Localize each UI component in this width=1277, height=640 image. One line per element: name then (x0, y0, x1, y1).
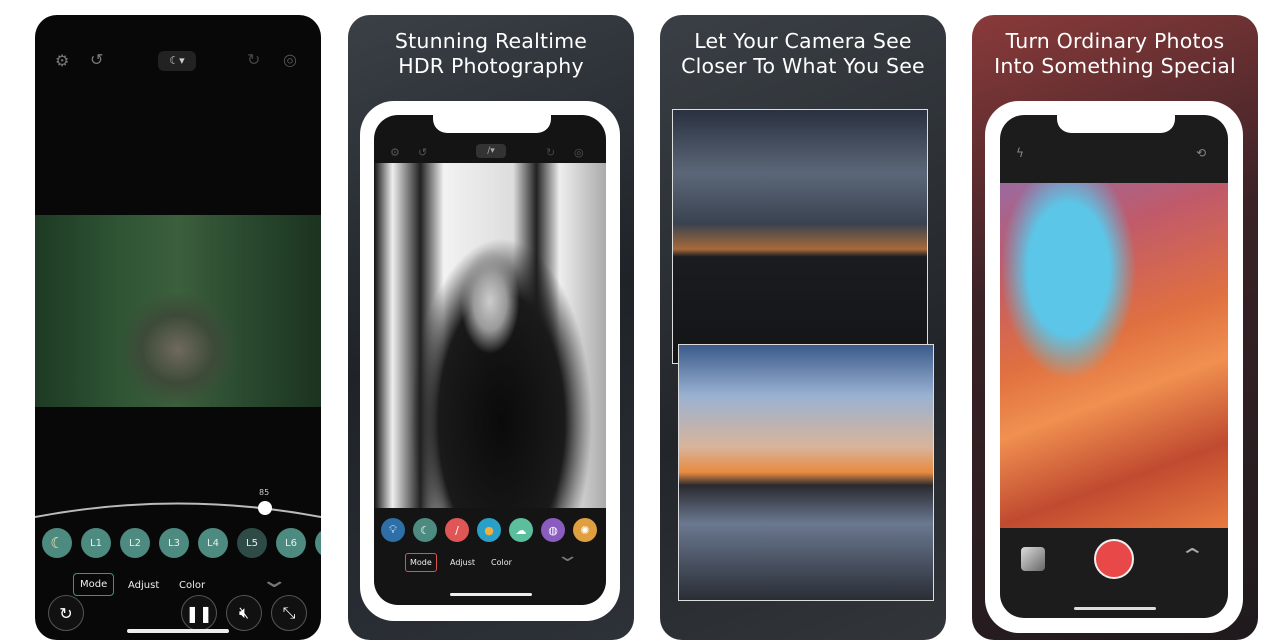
intensity-slider[interactable] (35, 485, 321, 525)
panel-title: Stunning Realtime HDR Photography (394, 29, 588, 78)
slider-value: 85 (259, 488, 270, 497)
gallery-thumbnail[interactable] (1021, 547, 1045, 571)
photo-suspension-bridge (35, 215, 321, 407)
switch-camera-icon[interactable]: ⟲ (1196, 145, 1206, 161)
home-indicator (127, 629, 229, 633)
screenshot-4: Turn Ordinary Photos Into Something Speci… (972, 15, 1258, 640)
planet-icon: ◍ (548, 523, 558, 537)
expand-icon: ⤡ (282, 603, 296, 622)
phone-notch (433, 115, 551, 133)
chevron-up-icon[interactable]: ⌄ (1179, 543, 1206, 567)
screenshot-3: Let Your Camera See Closer To What You Se… (660, 15, 946, 640)
home-indicator (1074, 607, 1156, 610)
flash-off-icon[interactable]: ϟ (1016, 145, 1024, 161)
undo-icon[interactable]: ↺ (90, 52, 103, 68)
tool-lightbulb[interactable]: 💡︎ (381, 518, 405, 542)
screenshot-2: Stunning Realtime HDR Photography ⚙ ↺ ∕▾ … (348, 15, 634, 640)
chevron-down-icon[interactable]: ⌄ (555, 545, 579, 566)
moon-dropdown-icon[interactable]: ☾▾ (158, 51, 196, 71)
mode-l6[interactable]: L6 (276, 528, 306, 558)
panel-title: Turn Ordinary Photos Into Something Speci… (994, 29, 1236, 78)
photo-bw-portrait (374, 163, 606, 508)
panel-title: Let Your Camera See Closer To What You Se… (681, 29, 925, 78)
tab-color[interactable]: Color (491, 558, 512, 567)
pause-button[interactable]: ❚❚ (181, 595, 217, 631)
lightbulb-icon: 💡︎ (389, 523, 397, 536)
phone-notch (1057, 115, 1175, 133)
phone-screen: ϟ ⟲ ⌄ (1000, 115, 1228, 618)
pause-icon: ❚❚ (185, 603, 213, 623)
screenshot-1: ⚙ ↺ ☾▾ ↻ ◎ 85 ☾ L1 L2 L3 L4 L5 L6 Mode A… (35, 15, 321, 640)
chevron-down-icon[interactable]: ⌄ (259, 568, 289, 593)
gear-icon[interactable]: ⚙ (55, 53, 69, 69)
home-indicator (450, 593, 532, 596)
redo-icon[interactable]: ↻ (546, 145, 555, 161)
mode-l4[interactable]: L4 (198, 528, 228, 558)
tool-cloud[interactable]: ☁ (509, 518, 533, 542)
tab-color[interactable]: Color (179, 580, 205, 591)
reset-button[interactable]: ↻ (48, 595, 84, 631)
photo-antelope-canyon (1000, 183, 1228, 528)
moon-icon: ☾ (420, 523, 430, 537)
expand-button[interactable]: ⤡ (271, 595, 307, 631)
mode-more[interactable] (315, 528, 321, 558)
tool-aperture[interactable]: ✺ (573, 518, 597, 542)
tab-adjust[interactable]: Adjust (128, 580, 159, 591)
gear-icon[interactable]: ⚙ (390, 145, 400, 161)
cloud-icon: ☁ (515, 523, 527, 537)
sun-icon: ● (484, 523, 494, 537)
photo-before (672, 109, 928, 364)
shutter-button[interactable] (1094, 539, 1134, 579)
brush-icon: ∕ (455, 523, 459, 537)
phone-screen: ⚙ ↺ ∕▾ ↻ ◎ 💡︎ ☾ ∕ ● ☁ ◍ ✺ Mode Adjust Co… (374, 115, 606, 605)
undo-icon[interactable]: ↺ (418, 145, 427, 161)
tool-brush[interactable]: ∕ (445, 518, 469, 542)
mode-l2[interactable]: L2 (120, 528, 150, 558)
mute-icon: 🔇︎ (238, 603, 250, 622)
mode-l1[interactable]: L1 (81, 528, 111, 558)
redo-icon[interactable]: ↻ (247, 52, 260, 68)
settings-dial-icon[interactable]: ◎ (283, 52, 297, 68)
mode-l3[interactable]: L3 (159, 528, 189, 558)
reset-icon: ↻ (59, 603, 73, 623)
tool-sun[interactable]: ● (477, 518, 501, 542)
slider-thumb (258, 501, 272, 515)
aperture-icon: ✺ (580, 523, 590, 537)
tab-mode[interactable]: Mode (405, 553, 437, 572)
settings-dial-icon[interactable]: ◎ (574, 145, 584, 161)
brush-dropdown-icon[interactable]: ∕▾ (476, 144, 506, 158)
tool-moon[interactable]: ☾ (413, 518, 437, 542)
mode-l5[interactable]: L5 (237, 528, 267, 558)
photo-after (678, 344, 934, 601)
mode-moon[interactable]: ☾ (42, 528, 72, 558)
tab-mode[interactable]: Mode (73, 573, 115, 596)
tool-planet[interactable]: ◍ (541, 518, 565, 542)
mute-button[interactable]: 🔇︎ (226, 595, 262, 631)
tab-adjust[interactable]: Adjust (450, 558, 475, 567)
